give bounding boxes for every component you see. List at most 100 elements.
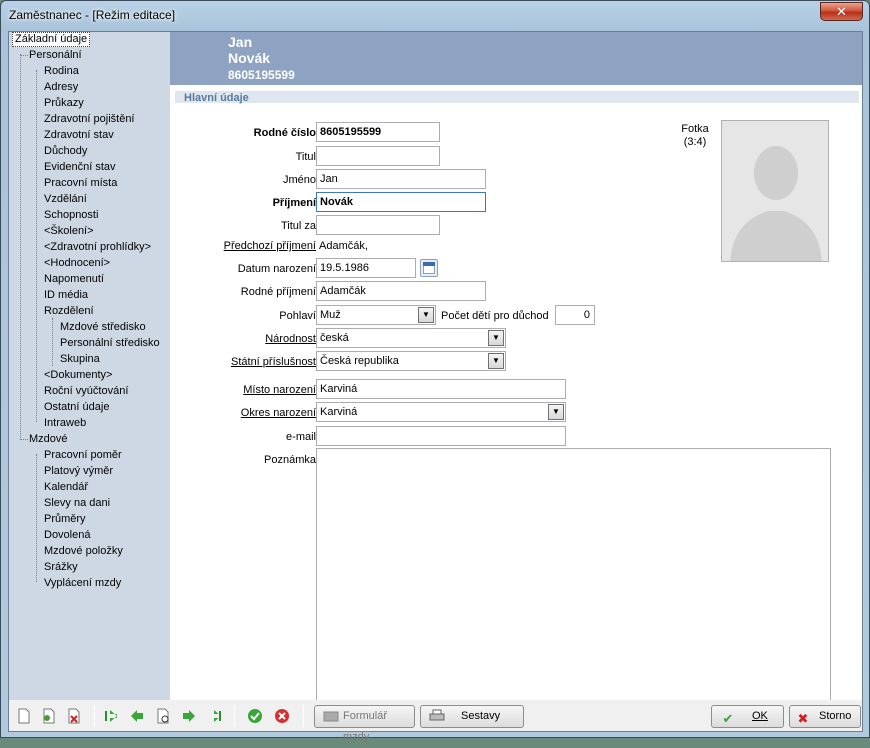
- tree-line: [36, 454, 37, 582]
- new-document-icon[interactable]: [16, 708, 32, 724]
- sidebar-item-mzdove-polozky[interactable]: Mzdové položky: [42, 544, 125, 559]
- sidebar-item-srazky[interactable]: Srážky: [42, 560, 80, 575]
- narodnost-select[interactable]: česká ▼: [316, 328, 506, 348]
- pocet-deti-label: Počet dětí pro důchod: [441, 310, 549, 322]
- sidebar-item-prukazy[interactable]: Průkazy: [42, 96, 86, 111]
- previous-record-icon[interactable]: [129, 708, 145, 724]
- sidebar-item-slevy-na-dani[interactable]: Slevy na dani: [42, 496, 112, 511]
- copy-document-icon[interactable]: [41, 708, 57, 724]
- sidebar-item-dokumenty[interactable]: <Dokumenty>: [42, 368, 114, 383]
- titul-za-label: Titul za: [280, 220, 316, 232]
- sidebar-item-rozdeleni[interactable]: Rozdělení: [42, 304, 96, 319]
- sidebar-item-personalni[interactable]: Personální: [27, 48, 84, 63]
- sidebar-item-pracovni-mista[interactable]: Pracovní místa: [42, 176, 119, 191]
- sidebar-item-rocni-vyuctovani[interactable]: Roční vyúčtování: [42, 384, 130, 399]
- chevron-down-icon[interactable]: ▼: [418, 307, 434, 323]
- photo-placeholder[interactable]: [721, 120, 829, 262]
- sidebar-item-zdravotni-pojisteni[interactable]: Zdravotní pojištění: [42, 112, 137, 127]
- form-icon: [322, 708, 340, 724]
- email-field[interactable]: [316, 426, 566, 446]
- sidebar-item-id-media[interactable]: ID média: [42, 288, 90, 303]
- sidebar-item-zdravotni-stav[interactable]: Zdravotní stav: [42, 128, 116, 143]
- rodne-cislo-label: Rodné číslo: [253, 127, 316, 139]
- pocet-deti-field[interactable]: 0: [555, 305, 595, 325]
- sidebar-item-rodina[interactable]: Rodina: [42, 64, 81, 79]
- misto-narozeni-field[interactable]: Karviná: [316, 379, 566, 399]
- record-detail-icon[interactable]: [155, 708, 171, 724]
- title-bar[interactable]: Zaměstnanec - [Režim editace] ✕: [1, 1, 869, 31]
- next-record-icon[interactable]: [181, 708, 197, 724]
- poznamka-textarea[interactable]: [316, 448, 831, 700]
- rodne-cislo-field[interactable]: 8605195599: [316, 122, 440, 142]
- sidebar-item-schopnosti[interactable]: Schopnosti: [42, 208, 100, 223]
- sidebar-item-zakladni-udaje[interactable]: Základní údaje: [12, 32, 91, 47]
- storno-label: Storno: [819, 710, 852, 722]
- titul-za-field[interactable]: [316, 215, 440, 235]
- delete-document-icon[interactable]: [66, 708, 82, 724]
- titul-field[interactable]: [316, 146, 440, 166]
- close-x-icon: ✖: [797, 711, 809, 726]
- sidebar-item-skupina[interactable]: Skupina: [58, 352, 102, 367]
- jmeno-field[interactable]: Jan: [316, 169, 486, 189]
- ok-button[interactable]: ✔ OK: [711, 705, 784, 728]
- sidebar-item-prumery[interactable]: Průměry: [42, 512, 88, 527]
- statni-prislusnost-value: Česká republika: [320, 355, 399, 367]
- toolbar-separator: [303, 705, 304, 727]
- sidebar-item-pracovni-pomer[interactable]: Pracovní poměr: [42, 448, 124, 463]
- formular-mzdy-button[interactable]: Formulář mzdy: [314, 705, 415, 743]
- person-silhouette-icon: [722, 121, 828, 261]
- check-icon: ✔: [722, 711, 734, 726]
- prijmeni-field[interactable]: Novák: [316, 192, 486, 212]
- rodne-prijmeni-field[interactable]: Adamčák: [316, 281, 486, 301]
- header-first-name: Jan: [228, 34, 253, 50]
- close-button[interactable]: ✕: [820, 2, 863, 21]
- sidebar-item-mzdove-stredisko[interactable]: Mzdové středisko: [58, 320, 148, 335]
- datum-narozeni-label: Datum narození: [237, 263, 316, 275]
- okres-narozeni-select[interactable]: Karviná ▼: [316, 402, 566, 422]
- sidebar-item-mzdove[interactable]: Mzdové: [27, 432, 70, 447]
- pohlavi-select[interactable]: Muž ▼: [316, 305, 436, 325]
- chevron-down-icon[interactable]: ▼: [488, 353, 504, 369]
- last-record-icon[interactable]: [207, 708, 223, 724]
- cancel-icon[interactable]: [274, 708, 290, 724]
- pohlavi-value: Muž: [320, 309, 341, 321]
- first-record-icon[interactable]: [103, 708, 119, 724]
- sidebar-item-vyplaceni-mzdy[interactable]: Vyplácení mzdy: [42, 576, 123, 591]
- sestavy-button[interactable]: Sestavy: [420, 705, 524, 728]
- narodnost-link[interactable]: Národnost: [265, 332, 316, 346]
- sidebar-item-personalni-stredisko[interactable]: Personální středisko: [58, 336, 162, 351]
- sidebar-item-hodnoceni[interactable]: <Hodnocení>: [42, 256, 112, 271]
- photo-label-line2: (3:4): [683, 136, 707, 148]
- sestavy-label: Sestavy: [461, 710, 501, 722]
- sidebar-item-vzdelani[interactable]: Vzdělání: [42, 192, 89, 207]
- calendar-icon[interactable]: [420, 259, 438, 277]
- sidebar-item-duchody[interactable]: Důchody: [42, 144, 89, 159]
- sidebar-item-evidencni-stav[interactable]: Evidenční stav: [42, 160, 118, 175]
- statni-prislusnost-link[interactable]: Státní příslušnost: [231, 355, 316, 369]
- pohlavi-label: Pohlaví: [279, 310, 316, 322]
- predchozi-prijmeni-link[interactable]: Předchozí příjmení: [224, 239, 316, 253]
- chevron-down-icon[interactable]: ▼: [488, 330, 504, 346]
- sidebar-item-adresy[interactable]: Adresy: [42, 80, 80, 95]
- sidebar-item-zdravotni-prohlidky[interactable]: <Zdravotní prohlídky>: [42, 240, 153, 255]
- sidebar-item-ostatni-udaje[interactable]: Ostatní údaje: [42, 400, 111, 415]
- sidebar-item-skoleni[interactable]: <Školení>: [42, 224, 96, 239]
- confirm-icon[interactable]: [247, 708, 263, 724]
- okres-narozeni-link[interactable]: Okres narození: [241, 406, 316, 420]
- storno-button[interactable]: ✖ Storno: [789, 705, 861, 728]
- email-label: e-mail: [286, 431, 316, 443]
- ok-label: OK: [752, 710, 768, 722]
- sidebar-item-intraweb[interactable]: Intraweb: [42, 416, 88, 431]
- navigation-tree: Základní údaje Personální Rodina Adresy …: [9, 32, 170, 700]
- sidebar-item-kalendar[interactable]: Kalendář: [42, 480, 90, 495]
- datum-narozeni-field[interactable]: 19.5.1986: [316, 258, 416, 278]
- sidebar-item-napomenuti[interactable]: Napomenutí: [42, 272, 106, 287]
- statni-prislusnost-select[interactable]: Česká republika ▼: [316, 351, 506, 371]
- sidebar-item-platovy-vymer[interactable]: Platový výměr: [42, 464, 115, 479]
- chevron-down-icon[interactable]: ▼: [548, 404, 564, 420]
- sidebar-item-dovolena[interactable]: Dovolená: [42, 528, 92, 543]
- printer-icon: [428, 708, 446, 724]
- bottom-toolbar: Formulář mzdy Sestavy ✔ OK ✖ Storno: [9, 700, 862, 743]
- misto-narozeni-link[interactable]: Místo narození: [243, 383, 316, 397]
- client-area: Základní údaje Personální Rodina Adresy …: [8, 31, 863, 743]
